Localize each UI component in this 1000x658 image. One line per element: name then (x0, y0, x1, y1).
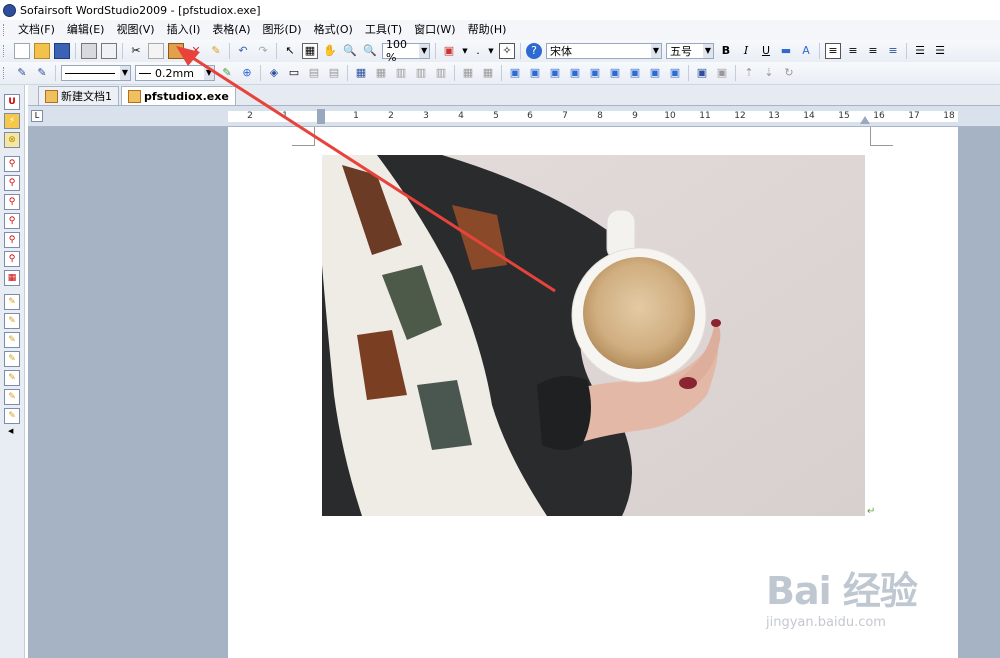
baidu-watermark: Bai 经验 jingyan.baidu.com (766, 560, 918, 630)
watermark-main: Bai 经验 (766, 569, 918, 613)
arrow-line (181, 49, 556, 293)
arrow-head (176, 46, 200, 66)
watermark-sub: jingyan.baidu.com (766, 615, 886, 630)
